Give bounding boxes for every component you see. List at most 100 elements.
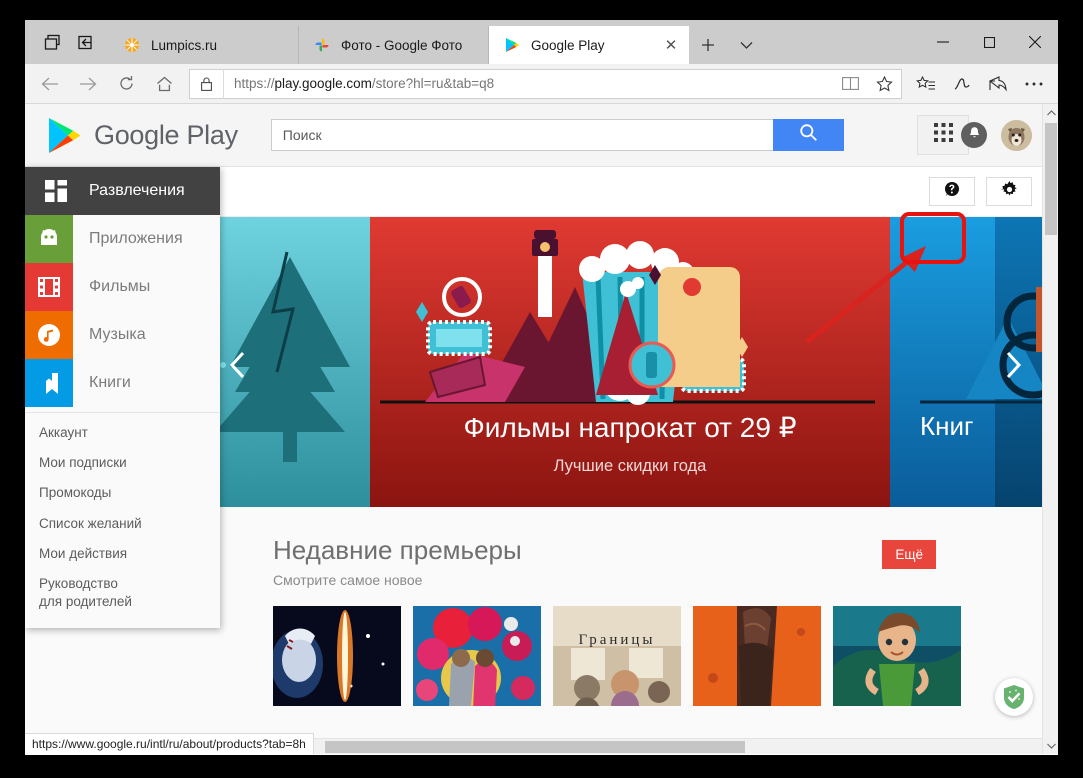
carousel-prev-button[interactable]: [225, 351, 251, 379]
browser-window: Lumpics.ru Фото - Google Фото Google Pla…: [25, 20, 1058, 755]
forward-button[interactable]: [69, 67, 107, 101]
drawer-item-music[interactable]: Музыка: [25, 311, 220, 359]
maximize-button[interactable]: [966, 26, 1012, 58]
browser-tab[interactable]: Lumpics.ru: [109, 26, 299, 64]
page-content: Google Play Поиск Фильмы напрокат от 29 …: [25, 104, 1058, 754]
bell-icon: [968, 126, 981, 145]
browser-tab-active[interactable]: Google Play ✕: [489, 26, 689, 64]
back-button[interactable]: [31, 67, 69, 101]
refresh-button[interactable]: [107, 67, 145, 101]
drawer-link-subscriptions[interactable]: Мои подписки: [25, 448, 220, 478]
search-button[interactable]: [772, 119, 844, 151]
home-button[interactable]: [145, 67, 183, 101]
gear-icon: [1000, 180, 1018, 203]
movie-cards-row: Границы: [273, 606, 1058, 706]
search-placeholder: Поиск: [282, 127, 322, 143]
section-title: Недавние премьеры: [273, 535, 522, 565]
scrollbar-thumb-horizontal[interactable]: [325, 741, 745, 753]
scroll-down-icon[interactable]: [1043, 737, 1058, 754]
scroll-up-icon[interactable]: [1043, 104, 1058, 121]
drawer-item-entertainment[interactable]: Развлечения: [25, 167, 220, 215]
card-label: Границы: [578, 632, 656, 648]
close-button[interactable]: [1012, 26, 1058, 58]
search-input[interactable]: Поиск: [270, 119, 773, 151]
drawer-item-books[interactable]: Книги: [25, 359, 220, 407]
reading-view-icon[interactable]: [833, 70, 867, 98]
share-icon[interactable]: [980, 67, 1016, 101]
settings-button[interactable]: [986, 177, 1032, 206]
slide-title: Фильмы напрокат от 29 ₽: [463, 412, 797, 443]
drawer-link-account[interactable]: Аккаунт: [25, 418, 220, 448]
favorites-hub-icon[interactable]: [908, 67, 944, 101]
google-play-logo[interactable]: Google Play: [47, 116, 238, 155]
slide-books-art: [920, 287, 1058, 404]
tab-title: Lumpics.ru: [151, 37, 218, 53]
drawer-label: Музыка: [89, 326, 146, 343]
slide-books[interactable]: Книг: [890, 217, 1058, 507]
playstore-drawer: Развлечения Приложения Фильмы Музыка Кни…: [25, 167, 220, 628]
drawer-label: Развлечения: [89, 182, 185, 199]
card-animation[interactable]: [833, 606, 961, 706]
status-bar: https://www.google.ru/intl/ru/about/prod…: [25, 733, 314, 754]
chevron-down-icon[interactable]: [727, 26, 765, 64]
drawer-label: Фильмы: [89, 278, 151, 295]
apps-grid-icon: [933, 123, 953, 147]
lock-icon: [190, 69, 224, 98]
drawer-item-apps[interactable]: Приложения: [25, 215, 220, 263]
slide-subtitle: Лучшие скидки года: [553, 457, 707, 475]
playstore-header: Google Play Поиск: [25, 104, 1058, 167]
slide-movies-rent[interactable]: Фильмы напрокат от 29 ₽ Лучшие скидки го…: [370, 217, 890, 507]
card-granitsy[interactable]: Границы: [553, 606, 681, 706]
lumpics-favicon: [123, 36, 141, 54]
header-right-controls: [917, 115, 1058, 155]
movies-filmstrip-icon: [25, 263, 73, 311]
url-right-icons: [833, 70, 901, 98]
tab-bar-spacer: [765, 26, 920, 64]
help-button[interactable]: [929, 177, 975, 206]
web-notes-icon[interactable]: [944, 67, 980, 101]
google-play-favicon: [503, 36, 521, 54]
minimize-button[interactable]: [920, 26, 966, 58]
music-note-icon: [25, 311, 73, 359]
drawer-label: Приложения: [89, 230, 183, 247]
drawer-item-movies[interactable]: Фильмы: [25, 263, 220, 311]
section-subtitle: Смотрите самое новое: [273, 572, 423, 588]
card-cosmonaut[interactable]: [273, 606, 401, 706]
adguard-shield-icon[interactable]: [995, 678, 1033, 716]
scrollbar-thumb-vertical[interactable]: [1045, 123, 1057, 235]
card-romance[interactable]: [413, 606, 541, 706]
set-aside-tabs-icon[interactable]: [69, 27, 103, 57]
new-tab-button[interactable]: [689, 26, 727, 64]
drawer-link-promocodes[interactable]: Промокоды: [25, 478, 220, 508]
url-text[interactable]: https://play.google.com/store?hl=ru&tab=…: [224, 76, 833, 91]
address-bar: https://play.google.com/store?hl=ru&tab=…: [25, 64, 1058, 104]
drawer-link-wishlist[interactable]: Список желаний: [25, 509, 220, 539]
browser-tab[interactable]: Фото - Google Фото: [299, 26, 489, 64]
url-input[interactable]: https://play.google.com/store?hl=ru&tab=…: [189, 68, 902, 99]
tab-bar: Lumpics.ru Фото - Google Фото Google Pla…: [25, 20, 1058, 64]
more-button[interactable]: Ещё: [882, 540, 936, 569]
window-controls: [920, 20, 1058, 64]
tab-title: Фото - Google Фото: [341, 37, 463, 53]
favorite-star-icon[interactable]: [867, 70, 901, 98]
drawer-link-parent-guide[interactable]: Руководство для родителей: [25, 569, 155, 617]
page-scrollbar-vertical[interactable]: [1042, 104, 1058, 754]
android-apps-icon: [25, 215, 73, 263]
help-icon: [944, 181, 960, 202]
search-box: Поиск: [270, 119, 844, 151]
more-settings-icon[interactable]: [1016, 67, 1052, 101]
avatar[interactable]: [1001, 119, 1032, 151]
tab-preview-icon[interactable]: [35, 27, 69, 57]
search-icon: [799, 123, 818, 147]
card-alien[interactable]: [693, 606, 821, 706]
notifications-button[interactable]: [961, 122, 987, 148]
tab-bar-system-controls: [25, 20, 109, 64]
drawer-label: Книги: [89, 374, 131, 391]
google-photos-favicon: [313, 36, 331, 54]
book-icon: [25, 359, 73, 407]
drawer-link-my-activity[interactable]: Мои действия: [25, 539, 220, 569]
logo-text: Google Play: [94, 119, 238, 150]
carousel-next-button[interactable]: [1000, 351, 1026, 379]
entertainment-icon: [39, 167, 73, 215]
close-icon[interactable]: ✕: [661, 35, 681, 55]
